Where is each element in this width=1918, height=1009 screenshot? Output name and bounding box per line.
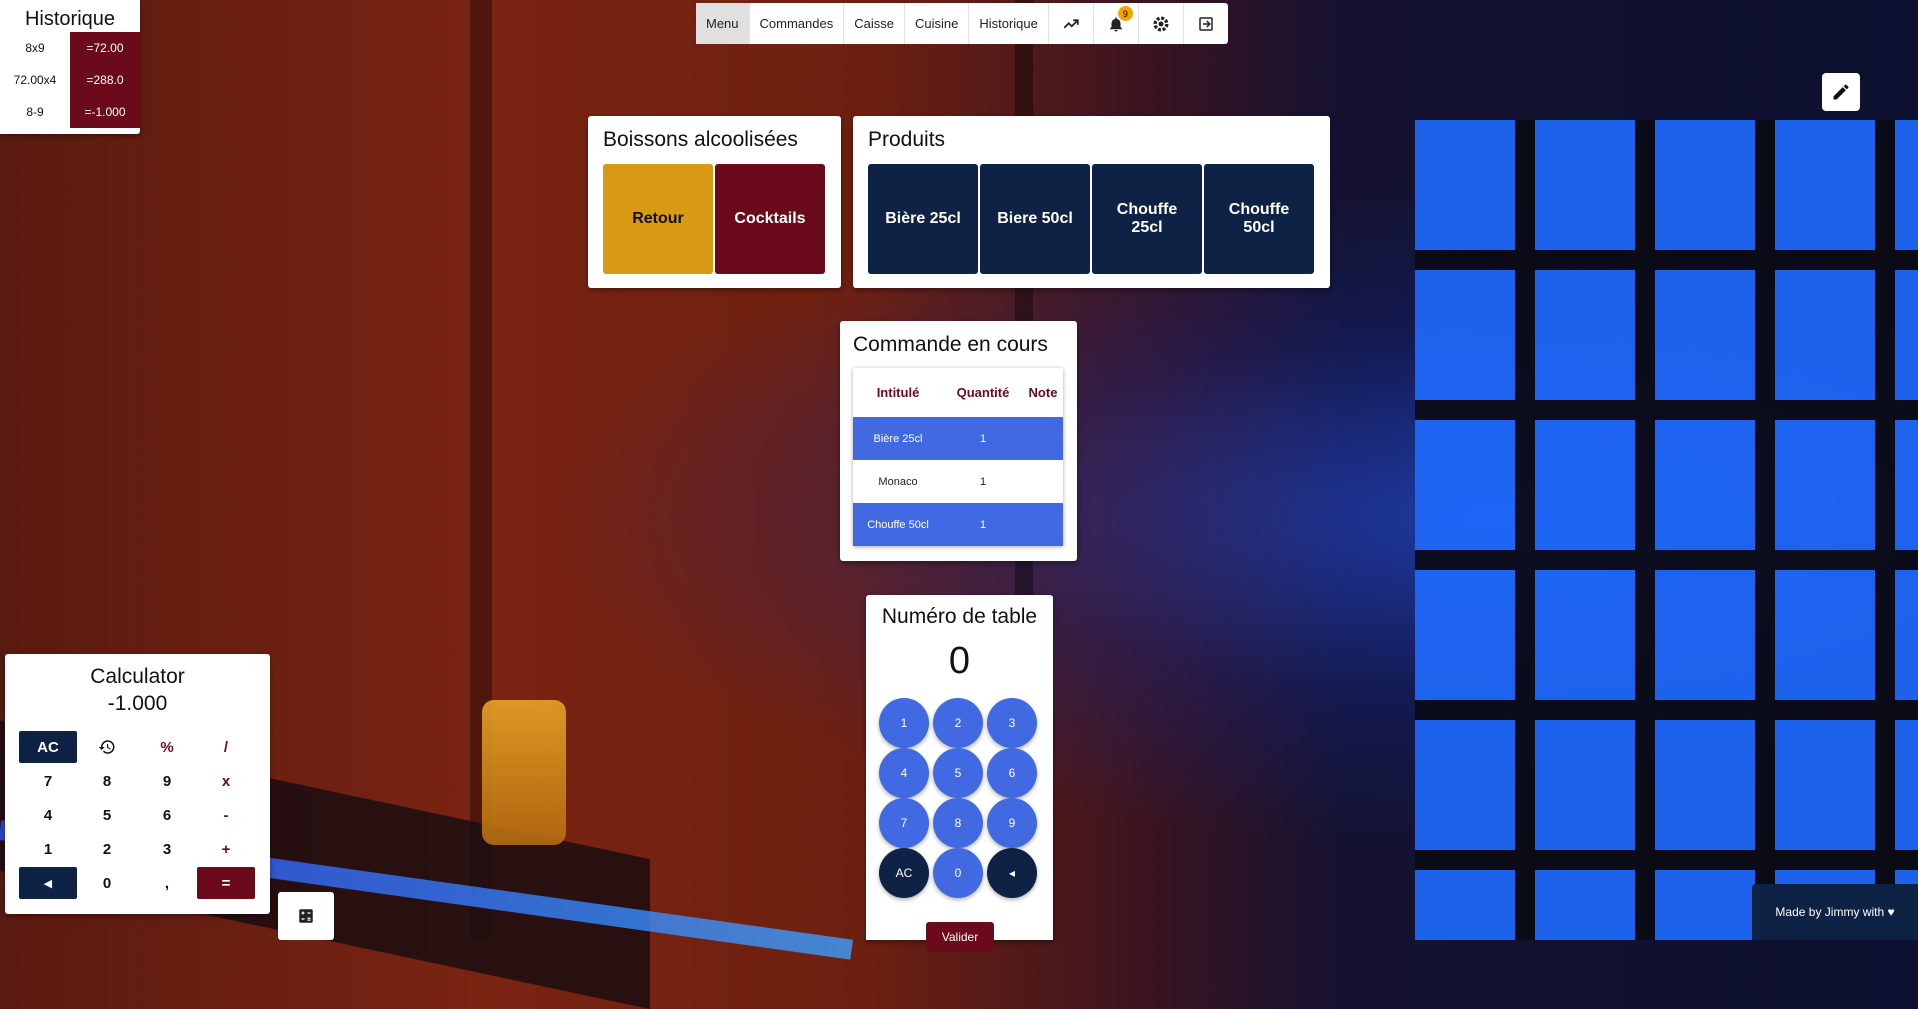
calc-7-button[interactable]: 7	[19, 765, 77, 797]
calc-clear-button[interactable]: AC	[19, 731, 77, 763]
calc-multiply-button[interactable]: x	[197, 765, 255, 797]
produits-panel: Produits Bière 25cl Biere 50cl Chouffe 2…	[853, 116, 1330, 288]
tile-chouffe-50cl[interactable]: Chouffe 50cl	[1204, 164, 1314, 274]
history-row[interactable]: 8x9 =72.00	[0, 32, 140, 64]
calc-3-button[interactable]: 3	[138, 833, 196, 865]
table-number-panel: Numéro de table 0 1 2 3 4 5 6 7 8 9 AC 0…	[866, 595, 1053, 952]
key-4[interactable]: 4	[879, 748, 929, 798]
validate-button[interactable]: Valider	[926, 922, 994, 952]
nav-menu[interactable]: Menu	[696, 3, 750, 44]
order-table: Intitulé Quantité Note Bière 25cl 1 Mona…	[853, 368, 1063, 546]
history-row[interactable]: 8-9 =-1.000	[0, 96, 140, 128]
calc-percent-button[interactable]: %	[138, 731, 196, 763]
tile-biere-25cl[interactable]: Bière 25cl	[868, 164, 978, 274]
notification-badge: 9	[1117, 6, 1133, 21]
calc-2-button[interactable]: 2	[78, 833, 136, 865]
background-window	[1415, 120, 1918, 940]
calc-9-button[interactable]: 9	[138, 765, 196, 797]
produits-title: Produits	[868, 128, 946, 151]
history-expression: 8x9	[25, 41, 45, 55]
history-title: Historique	[24, 8, 116, 30]
row-name: Bière 25cl	[873, 432, 923, 445]
commande-title: Commande en cours	[853, 333, 1048, 356]
calculator-icon[interactable]	[278, 892, 334, 940]
commande-panel: Commande en cours Intitulé Quantité Note…	[840, 321, 1077, 561]
row-name: Chouffe 50cl	[867, 518, 929, 531]
history-expression: 72.00x4	[13, 73, 57, 87]
header-quantite: Quantité	[956, 385, 1010, 400]
calc-6-button[interactable]: 6	[138, 799, 196, 831]
top-nav: Menu Commandes Caisse Cuisine Historique…	[696, 3, 1228, 44]
calc-backspace-button[interactable]: ◂	[19, 867, 77, 899]
key-8[interactable]: 8	[933, 798, 983, 848]
row-qty: 1	[979, 475, 987, 488]
key-9[interactable]: 9	[987, 798, 1037, 848]
history-panel: Historique 8x9 =72.00 72.00x4 =288.0 8-9…	[0, 0, 140, 134]
calc-divide-button[interactable]: /	[197, 731, 255, 763]
calc-4-button[interactable]: 4	[19, 799, 77, 831]
footer-credit: Made by Jimmy with ♥	[1752, 884, 1918, 940]
calculator-title: Calculator	[90, 665, 185, 688]
calculator-panel: Calculator -1.000 AC % / 7 8 9 x 4 5 6 -…	[5, 654, 270, 914]
row-qty: 1	[979, 432, 987, 445]
logout-icon[interactable]	[1184, 3, 1228, 44]
key-3[interactable]: 3	[987, 698, 1037, 748]
nav-cuisine[interactable]: Cuisine	[905, 3, 970, 44]
history-row[interactable]: 72.00x4 =288.0	[0, 64, 140, 96]
nav-commandes[interactable]: Commandes	[750, 3, 845, 44]
calc-0-button[interactable]: 0	[78, 867, 136, 899]
history-result: =288.0	[70, 64, 140, 96]
calc-minus-button[interactable]: -	[197, 799, 255, 831]
key-1[interactable]: 1	[879, 698, 929, 748]
calc-equals-button[interactable]: =	[197, 867, 255, 899]
gear-icon[interactable]	[1139, 3, 1184, 44]
history-expression: 8-9	[26, 105, 44, 119]
calc-1-button[interactable]: 1	[19, 833, 77, 865]
table-row[interactable]: Bière 25cl 1	[853, 417, 1063, 460]
key-7[interactable]: 7	[879, 798, 929, 848]
key-backspace[interactable]: ◂	[987, 848, 1037, 898]
table-header: Intitulé Quantité Note	[853, 368, 1063, 417]
tile-chouffe-25cl[interactable]: Chouffe 25cl	[1092, 164, 1202, 274]
tile-cocktails[interactable]: Cocktails	[715, 164, 825, 274]
table-number-display: 0	[948, 640, 971, 682]
key-6[interactable]: 6	[987, 748, 1037, 798]
nav-historique[interactable]: Historique	[969, 3, 1049, 44]
header-note: Note	[1028, 385, 1058, 400]
bell-icon[interactable]: 9	[1094, 3, 1139, 44]
header-intitule: Intitulé	[876, 385, 920, 400]
background-glass	[482, 700, 566, 845]
nav-caisse[interactable]: Caisse	[844, 3, 905, 44]
calc-5-button[interactable]: 5	[78, 799, 136, 831]
row-qty: 1	[979, 518, 987, 531]
calc-8-button[interactable]: 8	[78, 765, 136, 797]
table-number-title: Numéro de table	[881, 605, 1038, 628]
calculator-display: -1.000	[107, 692, 168, 715]
edit-icon[interactable]	[1822, 73, 1860, 111]
calc-comma-button[interactable]: ,	[138, 867, 196, 899]
table-row[interactable]: Monaco 1	[853, 460, 1063, 503]
trending-icon[interactable]	[1049, 3, 1094, 44]
tile-biere-50cl[interactable]: Biere 50cl	[980, 164, 1090, 274]
table-row[interactable]: Chouffe 50cl 1	[853, 503, 1063, 546]
key-5[interactable]: 5	[933, 748, 983, 798]
key-0[interactable]: 0	[933, 848, 983, 898]
tile-retour[interactable]: Retour	[603, 164, 713, 274]
boissons-panel: Boissons alcoolisées Retour Cocktails	[588, 116, 841, 288]
key-2[interactable]: 2	[933, 698, 983, 748]
calc-plus-button[interactable]: +	[197, 833, 255, 865]
history-result: =-1.000	[70, 96, 140, 128]
calc-history-icon[interactable]	[78, 731, 136, 763]
key-clear[interactable]: AC	[879, 848, 929, 898]
history-result: =72.00	[70, 32, 140, 64]
row-name: Monaco	[878, 475, 918, 488]
boissons-title: Boissons alcoolisées	[603, 128, 798, 151]
